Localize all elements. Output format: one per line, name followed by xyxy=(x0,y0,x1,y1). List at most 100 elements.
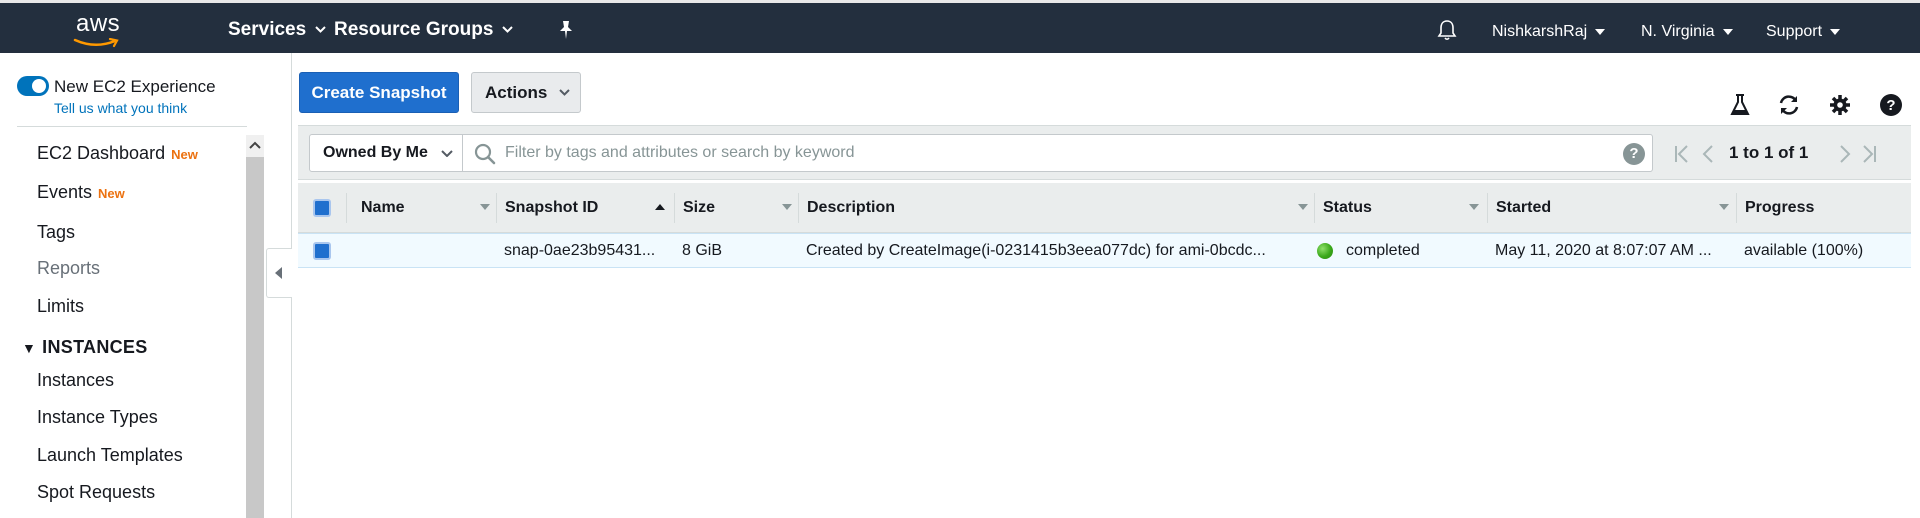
column-header-status[interactable]: Status xyxy=(1323,183,1372,233)
bell-icon[interactable] xyxy=(1436,19,1458,41)
top-navigation-bar: aws Services Resource Groups NishkarshRa… xyxy=(0,0,1920,53)
flask-icon[interactable] xyxy=(1728,93,1752,117)
caret-down-icon xyxy=(1722,28,1733,35)
search-help-icon[interactable]: ? xyxy=(1623,143,1645,165)
support-menu[interactable]: Support xyxy=(1766,23,1841,41)
sidebar-item-instances[interactable]: Instances xyxy=(37,370,114,391)
sidebar-item-label: Tags xyxy=(37,222,76,242)
region-menu[interactable]: N. Virginia xyxy=(1641,23,1733,41)
sidebar-item-tags[interactable]: Tags xyxy=(37,222,75,243)
services-label: Services xyxy=(228,19,307,40)
feedback-link[interactable]: Tell us what you think xyxy=(54,100,187,116)
sidebar-nav: EC2 Dashboard New Events New Tags Reports … xyxy=(0,135,246,518)
sidebar-item-instance-types[interactable]: Instance Types xyxy=(37,407,158,428)
row-checkbox[interactable] xyxy=(313,242,331,260)
last-page-icon[interactable] xyxy=(1861,145,1877,163)
aws-smile-icon xyxy=(73,38,119,48)
column-divider xyxy=(1487,193,1488,223)
services-menu[interactable]: Services xyxy=(228,19,326,41)
owner-filter-select[interactable]: Owned By Me xyxy=(309,134,463,172)
sidebar-item-label: Events xyxy=(37,182,93,202)
collapse-sidebar-button[interactable] xyxy=(266,248,292,298)
cell-description: Created by CreateImage(i-0231415b3eea077… xyxy=(806,242,1266,259)
column-header-size[interactable]: Size xyxy=(683,183,715,233)
help-icon[interactable]: ? xyxy=(1879,93,1903,117)
sidebar-item-label: Instance Types xyxy=(37,407,158,427)
column-divider xyxy=(1736,193,1737,223)
main-content: Create Snapshot Actions ? Owned By Me Fi… xyxy=(293,53,1920,518)
sidebar-item-launch-templates[interactable]: Launch Templates xyxy=(37,445,183,466)
sort-caret-icon xyxy=(1298,204,1308,210)
account-label: NishkarshRaj xyxy=(1492,23,1588,40)
first-page-icon[interactable] xyxy=(1674,145,1690,163)
sidebar-item-reports[interactable]: Reports xyxy=(37,258,100,279)
gear-icon[interactable] xyxy=(1828,93,1852,117)
cell-name xyxy=(361,234,491,267)
cell-status: completed xyxy=(1346,242,1420,259)
status-ok-icon xyxy=(1317,243,1333,259)
sort-caret-icon xyxy=(782,204,792,210)
new-experience-label: New EC2 Experience xyxy=(54,77,216,96)
sidebar-section-label: INSTANCES xyxy=(42,337,148,357)
sidebar-item-label: Reports xyxy=(37,258,101,278)
sidebar-item-limits[interactable]: Limits xyxy=(37,296,84,317)
svg-text:?: ? xyxy=(1886,97,1895,114)
search-box: ? xyxy=(463,134,1653,172)
resource-groups-menu[interactable]: Resource Groups xyxy=(334,19,514,41)
caret-down-icon xyxy=(1830,28,1841,35)
aws-logo[interactable]: aws xyxy=(70,10,130,51)
next-page-icon[interactable] xyxy=(1839,145,1851,163)
search-input[interactable] xyxy=(505,137,1595,169)
column-divider xyxy=(496,193,497,223)
resource-groups-label: Resource Groups xyxy=(334,19,494,40)
pin-icon[interactable] xyxy=(557,20,575,40)
search-icon xyxy=(474,143,496,165)
create-snapshot-button[interactable]: Create Snapshot xyxy=(299,72,459,113)
sidebar-scrollbar[interactable] xyxy=(246,135,264,518)
sort-caret-icon xyxy=(1719,204,1729,210)
caret-left-icon xyxy=(275,267,282,279)
sidebar-item-label: Launch Templates xyxy=(37,445,183,465)
sidebar-item-events[interactable]: Events New xyxy=(37,182,125,203)
new-experience-toggle[interactable] xyxy=(17,76,49,96)
chevron-down-icon xyxy=(559,89,570,96)
owner-filter-value: Owned By Me xyxy=(323,144,428,161)
chevron-down-icon xyxy=(502,26,514,34)
pagination-text: 1 to 1 of 1 xyxy=(1729,143,1809,162)
actions-button[interactable]: Actions xyxy=(471,72,581,113)
cell-progress: available (100%) xyxy=(1744,242,1864,259)
new-badge: New xyxy=(171,147,198,162)
sidebar-item-spot-requests[interactable]: Spot Requests xyxy=(37,482,155,503)
actions-label: Actions xyxy=(485,83,548,102)
sidebar-item-ec2-dashboard[interactable]: EC2 Dashboard New xyxy=(37,143,198,164)
column-divider xyxy=(1314,193,1315,223)
account-menu[interactable]: NishkarshRaj xyxy=(1492,23,1606,41)
sidebar: New EC2 Experience Tell us what you thin… xyxy=(0,53,292,518)
scroll-up-button[interactable] xyxy=(246,135,264,157)
triangle-down-icon: ▼ xyxy=(22,340,37,356)
table-header: Name Snapshot ID Size Description Status… xyxy=(298,183,1911,233)
sidebar-section-instances[interactable]: ▼ INSTANCES xyxy=(22,337,148,358)
column-header-snapshot-id[interactable]: Snapshot ID xyxy=(505,183,598,233)
sidebar-item-label: Spot Requests xyxy=(37,482,156,502)
support-label: Support xyxy=(1766,23,1823,40)
cell-size: 8 GiB xyxy=(682,242,723,259)
caret-down-icon xyxy=(1595,28,1606,35)
column-header-started[interactable]: Started xyxy=(1496,183,1551,233)
previous-page-icon[interactable] xyxy=(1702,145,1714,163)
sort-caret-icon xyxy=(1469,204,1479,210)
chevron-up-icon xyxy=(249,141,261,149)
filter-bar: Owned By Me ? 1 to 1 of 1 xyxy=(298,125,1911,180)
refresh-icon[interactable] xyxy=(1777,93,1801,117)
table-row[interactable]: snap-0ae23b95431... 8 GiB Created by Cre… xyxy=(298,233,1911,268)
select-all-checkbox[interactable] xyxy=(313,199,331,217)
sidebar-item-label: EC2 Dashboard xyxy=(37,143,166,163)
cell-started: May 11, 2020 at 8:07:07 AM ... xyxy=(1495,242,1712,259)
column-header-name[interactable]: Name xyxy=(361,183,405,233)
chevron-down-icon xyxy=(315,26,326,34)
sort-caret-icon xyxy=(480,204,490,210)
column-divider xyxy=(346,193,347,223)
column-header-progress[interactable]: Progress xyxy=(1745,183,1814,233)
column-header-description[interactable]: Description xyxy=(807,183,895,233)
sort-ascending-icon xyxy=(655,204,665,210)
